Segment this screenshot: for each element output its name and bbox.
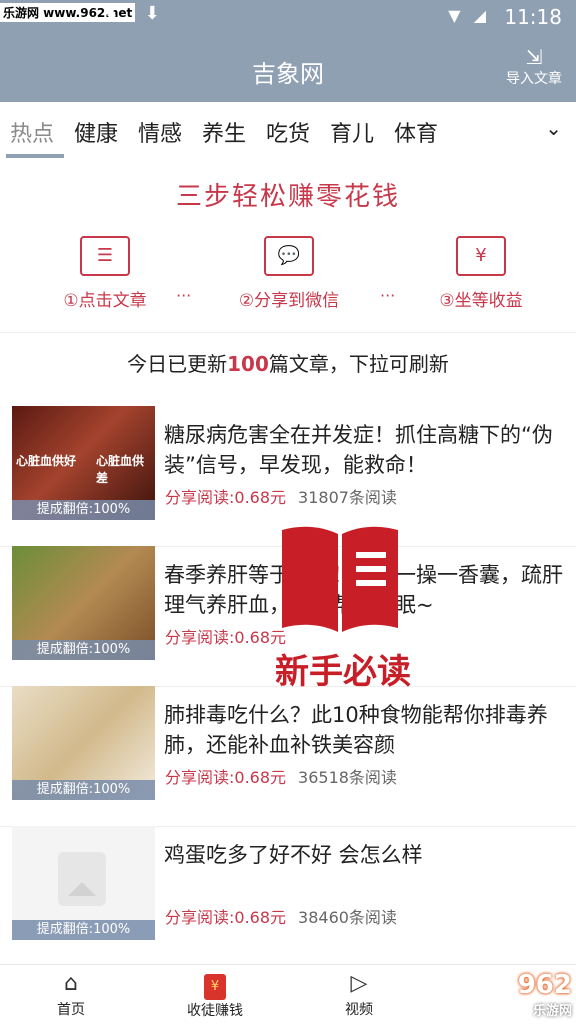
play-icon: ▷ bbox=[350, 971, 368, 996]
article-title: 鸡蛋吃多了好不好 会怎么样 bbox=[164, 843, 423, 867]
wechat-icon: 💬 bbox=[264, 236, 314, 276]
bonus-caption: 提成翻倍:100% bbox=[12, 500, 155, 520]
red-packet-icon: ¥ bbox=[170, 969, 260, 1000]
nav-label: 首页 bbox=[57, 1002, 85, 1018]
article-meta: 分享阅读:0.68元 31807条阅读 bbox=[165, 484, 397, 508]
article-icon: ☰ bbox=[80, 236, 130, 276]
status-time: 11:18 bbox=[504, 5, 562, 29]
share-reward: 分享阅读:0.68元 bbox=[165, 768, 287, 787]
tab-health[interactable]: 健康 bbox=[74, 116, 118, 148]
tab-sports[interactable]: 体育 bbox=[394, 116, 438, 148]
app-header: 吉象网 ⇲ 导入文章 bbox=[0, 32, 576, 102]
read-count: 38460条阅读 bbox=[298, 908, 397, 927]
app-title: 吉象网 bbox=[252, 60, 324, 88]
nav-label: 视频 bbox=[345, 1002, 373, 1018]
step-click-article: ☰ ①点击文章 bbox=[40, 236, 170, 311]
chevron-down-icon[interactable]: ⌄ bbox=[545, 116, 562, 140]
step-separator: ··· bbox=[380, 286, 396, 305]
update-count: 100 bbox=[227, 352, 269, 376]
bottom-navigation: ⌂ 首页 ¥ 收徒赚钱 ▷ 视频 bbox=[0, 964, 576, 1025]
category-tabs: 热点 健康 情感 养生 吃货 育儿 体育 ⌄ bbox=[0, 102, 576, 160]
nav-recruit-earn[interactable]: ¥ 收徒赚钱 bbox=[170, 969, 260, 1020]
refresh-note: 今日已更新100篇文章，下拉可刷新 bbox=[0, 348, 576, 377]
signal-icon: ▼ ◢ bbox=[448, 6, 490, 25]
step-earn: ¥ ③坐等收益 bbox=[416, 236, 546, 311]
nav-home[interactable]: ⌂ 首页 bbox=[26, 969, 116, 1019]
home-icon: ⌂ bbox=[64, 971, 78, 996]
read-count: 31807条阅读 bbox=[298, 488, 397, 507]
import-article-button[interactable]: ⇲ 导入文章 bbox=[504, 46, 564, 88]
banner-title: 三步轻松赚零花钱 bbox=[175, 182, 400, 212]
logo-subtext: 乐游网 bbox=[532, 1004, 572, 1019]
nav-label: 收徒赚钱 bbox=[187, 1003, 243, 1019]
thumb-label: 心脏血供差 bbox=[96, 454, 145, 485]
yuan-icon: ¥ bbox=[456, 236, 506, 276]
article-title: 糖尿病危害全在并发症！抓住高糖下的“伪装”信号，早发现，能救命！ bbox=[164, 423, 553, 477]
step-label: ③坐等收益 bbox=[439, 291, 523, 311]
status-bar: 乐游网 www.962.net ⬇ ⬇ ▼ ◢ 11:18 bbox=[0, 0, 576, 32]
nav-video[interactable]: ▷ 视频 bbox=[314, 969, 404, 1019]
earn-banner[interactable]: 三步轻松赚零花钱 ☰ ①点击文章 ··· 💬 ②分享到微信 ··· ¥ ③坐等收… bbox=[0, 160, 576, 333]
article-thumbnail: 提成翻倍:100% bbox=[12, 826, 155, 940]
tab-parenting[interactable]: 育儿 bbox=[330, 116, 374, 148]
book-icon bbox=[282, 526, 398, 632]
article-thumbnail: 提成翻倍:100% bbox=[12, 546, 155, 660]
share-reward: 分享阅读:0.68元 bbox=[165, 908, 287, 927]
bonus-caption: 提成翻倍:100% bbox=[12, 920, 155, 940]
image-placeholder-icon bbox=[58, 852, 106, 906]
article-title: 肺排毒吃什么？此10种食物能帮你排毒养肺，还能补血补铁美容颜 bbox=[164, 703, 548, 757]
step-label: ①点击文章 bbox=[63, 291, 147, 311]
logo-text: 962 bbox=[517, 970, 572, 1000]
read-count: 36518条阅读 bbox=[298, 768, 397, 787]
article-item[interactable]: 提成翻倍:100% 鸡蛋吃多了好不好 会怎么样 分享阅读:0.68元 38460条… bbox=[0, 826, 576, 967]
step-label: ②分享到微信 bbox=[238, 291, 340, 311]
active-tab-indicator bbox=[6, 154, 64, 158]
bonus-caption: 提成翻倍:100% bbox=[12, 640, 155, 660]
import-icon: ⇲ bbox=[525, 45, 543, 69]
step-separator: ··· bbox=[176, 286, 192, 305]
share-reward: 分享阅读:0.68元 bbox=[165, 488, 287, 507]
import-article-label: 导入文章 bbox=[506, 71, 562, 87]
tab-foodie[interactable]: 吃货 bbox=[266, 116, 310, 148]
refresh-prefix: 今日已更新 bbox=[127, 352, 228, 376]
step-share-wechat: 💬 ②分享到微信 bbox=[224, 236, 354, 311]
thumb-label: 心脏血供好 bbox=[16, 454, 77, 468]
article-thumbnail: 心脏血供好 心脏血供差 提成翻倍:100% bbox=[12, 406, 155, 520]
newbie-guide-label: 新手必读 bbox=[275, 652, 411, 692]
article-meta: 分享阅读:0.68元 36518条阅读 bbox=[165, 764, 397, 788]
tab-hot[interactable]: 热点 bbox=[10, 116, 54, 148]
article-thumbnail: 提成翻倍:100% bbox=[12, 686, 155, 800]
refresh-suffix: 篇文章，下拉可刷新 bbox=[268, 352, 449, 376]
bonus-caption: 提成翻倍:100% bbox=[12, 780, 155, 800]
site-logo: 962 乐游网 bbox=[518, 970, 572, 1019]
newbie-guide-button[interactable]: 新手必读 bbox=[268, 520, 418, 700]
article-meta: 分享阅读:0.68元 38460条阅读 bbox=[165, 904, 397, 928]
tab-wellness[interactable]: 养生 bbox=[202, 116, 246, 148]
download-icon: ⬇ ⬇ bbox=[104, 3, 170, 24]
tab-emotion[interactable]: 情感 bbox=[138, 116, 182, 148]
article-item[interactable]: 提成翻倍:100% 肺排毒吃什么？此10种食物能帮你排毒养肺，还能补血补铁美容颜… bbox=[0, 686, 576, 827]
